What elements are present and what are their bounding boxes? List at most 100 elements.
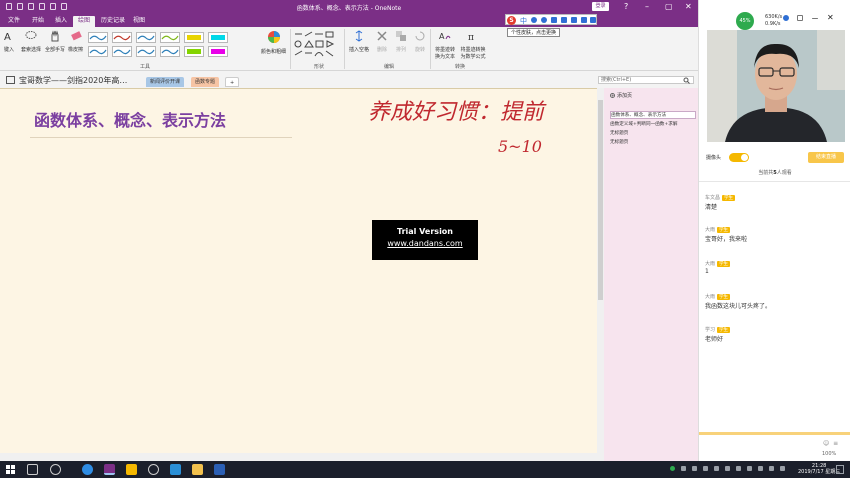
shapes-gallery[interactable] xyxy=(293,31,337,59)
maximize-button[interactable]: ▢ xyxy=(665,2,673,11)
pen-swatch[interactable] xyxy=(112,46,132,57)
tray-icon[interactable] xyxy=(692,466,697,471)
page-title[interactable]: 函数体系、概念、表示方法 xyxy=(34,107,226,131)
tray-icon[interactable] xyxy=(725,466,730,471)
network-icon[interactable] xyxy=(769,466,774,471)
pen-swatch[interactable] xyxy=(208,46,228,57)
ime-toolbar[interactable]: S 中 xyxy=(505,14,597,25)
ime-icon[interactable] xyxy=(780,466,785,471)
search-icon[interactable] xyxy=(683,77,690,84)
eraser-tool[interactable]: 橡皮擦 xyxy=(68,30,83,53)
rotate-button[interactable]: 旋转 xyxy=(414,30,426,53)
ink-to-math-button[interactable]: π 将墨迹转换为数学公式 xyxy=(459,30,487,60)
pen-swatch[interactable] xyxy=(160,32,180,43)
handwritten-note[interactable]: 养成好习惯：提前 5~10 xyxy=(360,89,560,169)
add-section-button[interactable]: + xyxy=(225,77,240,87)
vertical-scrollbar[interactable] xyxy=(597,88,604,453)
settings-icon[interactable] xyxy=(797,15,803,21)
emoji-button-icon[interactable]: ☺ xyxy=(823,440,829,447)
tab-file[interactable]: 文件 xyxy=(3,16,25,27)
word-icon[interactable] xyxy=(214,464,225,475)
type-tool[interactable]: A 键入 xyxy=(3,30,15,53)
color-wheel-icon xyxy=(267,31,280,43)
chat-tools[interactable]: ☺ ≡ xyxy=(823,440,838,447)
color-thickness-button[interactable]: 颜色和粗细 xyxy=(261,30,286,55)
pen-swatch[interactable] xyxy=(184,32,204,43)
pen-swatch[interactable] xyxy=(112,32,132,43)
tray-icon[interactable] xyxy=(736,466,741,471)
tab-view[interactable]: 视图 xyxy=(128,16,150,27)
ink-to-text-icon: A xyxy=(439,32,451,41)
menu-icon[interactable]: ≡ xyxy=(833,440,838,447)
arrange-button[interactable]: 排列 xyxy=(395,30,407,53)
emoji-icon[interactable] xyxy=(541,17,547,23)
tab-draw[interactable]: 绘图 xyxy=(73,16,96,27)
help-icon[interactable]: ? xyxy=(624,2,628,11)
page-item[interactable]: 无标题页 xyxy=(610,130,696,136)
ink-to-text-button[interactable]: A 将墨迹转换为文本 xyxy=(433,30,457,60)
login-button[interactable]: 登录 xyxy=(592,2,609,11)
windows-start-icon[interactable] xyxy=(6,465,15,474)
app-icon[interactable] xyxy=(783,15,789,21)
page-item[interactable]: 函数体系、概念、表示方法 xyxy=(610,111,696,119)
lasso-tool[interactable]: 套索选择 xyxy=(21,30,41,53)
tray-icon[interactable] xyxy=(747,466,752,471)
app-icon[interactable] xyxy=(50,464,61,475)
notification-icon[interactable] xyxy=(836,465,844,474)
scroll-thumb[interactable] xyxy=(598,100,603,300)
grid-icon[interactable] xyxy=(590,17,596,23)
page-item[interactable]: 函数定义域+判断同一函数+求解 xyxy=(610,121,696,127)
microphone-icon[interactable] xyxy=(551,17,557,23)
panning-tool[interactable]: 全部手写 xyxy=(45,30,65,53)
tray-icon[interactable] xyxy=(703,466,708,471)
pen-swatch[interactable] xyxy=(136,32,156,43)
folder-icon[interactable] xyxy=(192,464,203,475)
notebook-name[interactable]: 宝哥数学——剑指2020年高… xyxy=(19,75,127,86)
group-label-tools: 工具 xyxy=(140,64,151,70)
live-app-icon[interactable] xyxy=(126,464,137,475)
ime-logo-icon[interactable]: S xyxy=(507,16,516,25)
volume-icon[interactable] xyxy=(758,466,763,471)
pen-swatch[interactable] xyxy=(184,46,204,57)
camera-controls: 摄像头 结束直播 当前共5人观看 xyxy=(699,148,850,182)
tab-insert[interactable]: 插入 xyxy=(50,16,72,27)
ime-language[interactable]: 中 xyxy=(520,16,527,26)
tab-home[interactable]: 开始 xyxy=(27,16,49,27)
tray-status-icon[interactable] xyxy=(670,466,675,471)
pen-swatch[interactable] xyxy=(160,46,180,57)
pen-swatch[interactable] xyxy=(136,46,156,57)
media-icon[interactable] xyxy=(148,464,159,475)
section-tab-1[interactable]: 新闻评价开课 xyxy=(146,77,185,87)
section-tab-2[interactable]: 函数专题 xyxy=(191,77,220,87)
browser-icon[interactable] xyxy=(82,464,93,475)
task-view-icon[interactable] xyxy=(27,464,38,475)
end-stream-button[interactable]: 结束直播 xyxy=(808,152,844,163)
pen-swatch[interactable] xyxy=(88,32,108,43)
camera-toggle[interactable] xyxy=(729,153,749,162)
add-page-button[interactable]: + 添加页 xyxy=(610,92,632,99)
viewer-count: 当前共5人观看 xyxy=(699,169,850,176)
toolbox-icon[interactable] xyxy=(581,17,587,23)
tray-icon[interactable] xyxy=(681,466,686,471)
close-icon[interactable]: ✕ xyxy=(827,13,834,22)
insert-space-button[interactable]: 插入空格 xyxy=(349,30,369,53)
punctuation-icon[interactable] xyxy=(531,17,537,23)
onenote-taskbar-icon[interactable] xyxy=(104,464,115,475)
minimize-icon[interactable] xyxy=(812,18,818,19)
notebook-icon[interactable] xyxy=(6,76,15,84)
tray-icon[interactable] xyxy=(714,466,719,471)
search-input[interactable]: 搜索(Ctrl+E) xyxy=(598,76,694,84)
close-button[interactable]: ✕ xyxy=(685,2,692,11)
desktop-icon[interactable] xyxy=(170,464,181,475)
delete-button[interactable]: 删除 xyxy=(376,30,388,53)
skin-icon[interactable] xyxy=(571,17,577,23)
page-item[interactable]: 无标题页 xyxy=(610,139,696,145)
horizontal-scrollbar[interactable] xyxy=(0,453,604,461)
minimize-button[interactable]: – xyxy=(645,2,649,11)
system-clock[interactable]: 21:28 2019/7/17 星期三 xyxy=(798,463,840,475)
pen-swatch[interactable] xyxy=(88,46,108,57)
pen-swatch[interactable] xyxy=(208,32,228,43)
tab-history[interactable]: 历史记录 xyxy=(96,16,130,27)
page-canvas[interactable]: 函数体系、概念、表示方法 养成好习惯：提前 5~10 Trial Version… xyxy=(0,88,597,453)
keyboard-icon[interactable] xyxy=(561,17,567,23)
